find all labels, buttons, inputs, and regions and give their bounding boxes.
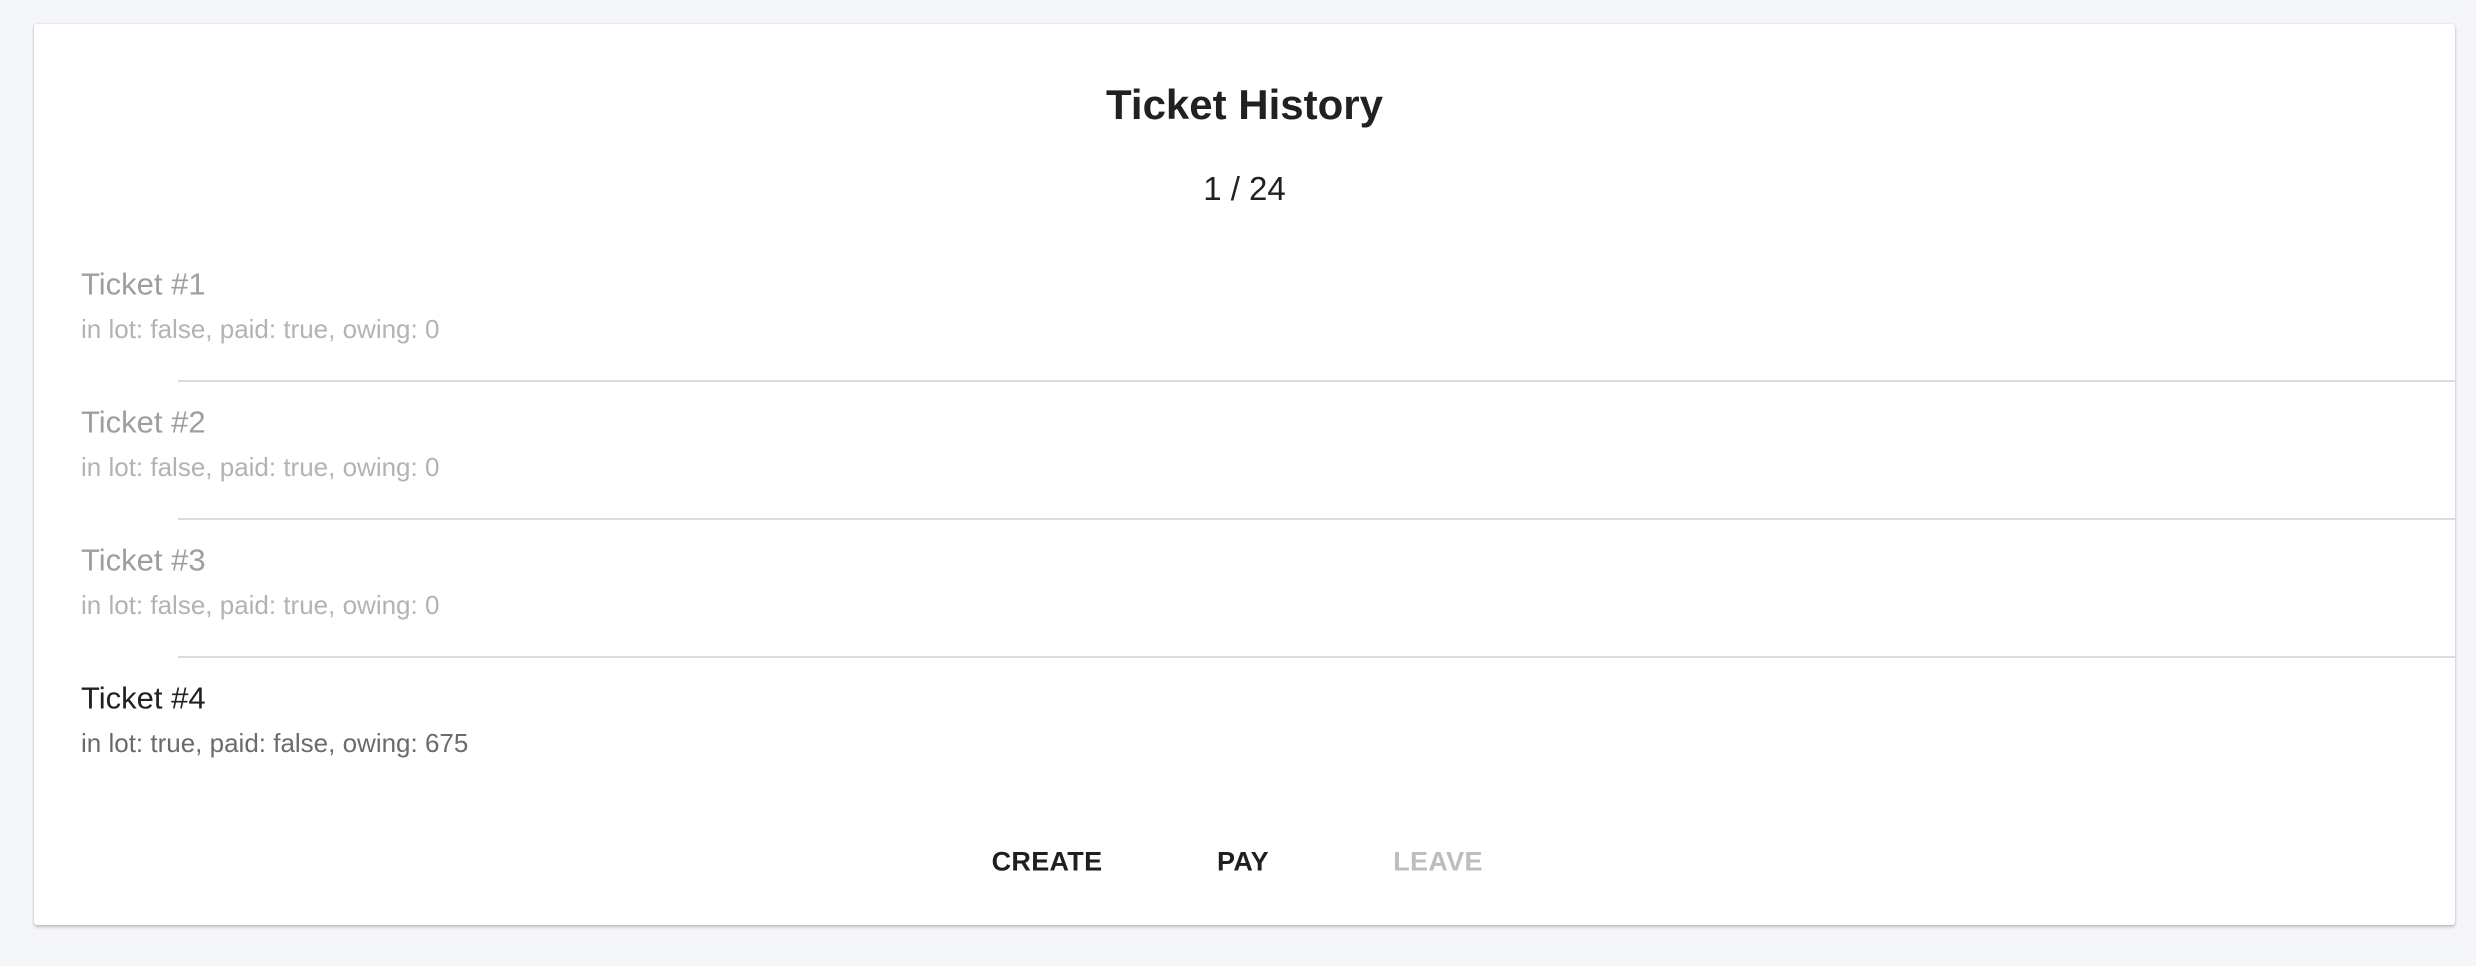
ticket-title: Ticket #3 <box>81 542 206 578</box>
ticket-item-2[interactable]: Ticket #2 in lot: false, paid: true, owi… <box>34 382 2455 520</box>
page-title: Ticket History <box>1106 81 1383 128</box>
create-button[interactable]: CREATE <box>976 837 1119 888</box>
ticket-title: Ticket #1 <box>81 266 206 302</box>
ticket-item-3[interactable]: Ticket #3 in lot: false, paid: true, owi… <box>34 520 2455 658</box>
ticket-details: in lot: false, paid: true, owing: 0 <box>81 314 440 344</box>
ticket-item-4[interactable]: Ticket #4 in lot: true, paid: false, owi… <box>34 658 2455 796</box>
pay-button[interactable]: PAY <box>1201 837 1285 888</box>
leave-button[interactable]: LEAVE <box>1377 837 1499 888</box>
ticket-details: in lot: false, paid: true, owing: 0 <box>81 452 440 482</box>
ticket-title: Ticket #2 <box>81 404 206 440</box>
ticket-title: Ticket #4 <box>81 680 206 716</box>
pagination-indicator: 1 / 24 <box>1203 170 1286 207</box>
ticket-item-1[interactable]: Ticket #1 in lot: false, paid: true, owi… <box>34 244 2455 382</box>
ticket-history-card: Ticket History 1 / 24 Ticket #1 in lot: … <box>34 24 2455 925</box>
ticket-details: in lot: false, paid: true, owing: 0 <box>81 590 440 620</box>
ticket-details: in lot: true, paid: false, owing: 675 <box>81 728 469 758</box>
ticket-list: Ticket #1 in lot: false, paid: true, owi… <box>34 244 2455 796</box>
